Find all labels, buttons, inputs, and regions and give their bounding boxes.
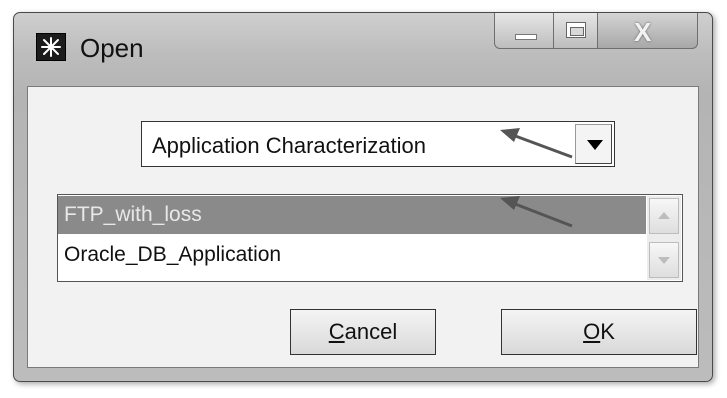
caption-buttons: X — [494, 13, 698, 49]
scroll-up-icon — [658, 212, 670, 219]
ok-button[interactable]: OK — [501, 309, 697, 355]
close-button[interactable]: X — [598, 13, 698, 49]
maximize-icon — [566, 22, 586, 38]
minimize-button[interactable] — [494, 13, 554, 49]
dialog-body: Application Characterization FTP_with_lo… — [27, 86, 699, 368]
cancel-button[interactable]: Cancel — [290, 309, 436, 355]
application-type-dropdown[interactable]: Application Characterization — [141, 121, 615, 167]
star-burst-icon — [36, 33, 66, 61]
cancel-label-rest: ancel — [344, 319, 398, 344]
title-bar[interactable]: Open X — [14, 13, 712, 85]
dropdown-toggle-button[interactable] — [575, 124, 612, 164]
scroll-down-button[interactable] — [649, 242, 679, 278]
list-scrollbar[interactable] — [647, 196, 681, 280]
close-icon: X — [634, 17, 652, 47]
minimize-icon — [515, 34, 537, 40]
scroll-down-icon — [658, 257, 670, 264]
open-dialog: Open X Application Characterization FTP_… — [13, 12, 713, 382]
application-listbox[interactable]: FTP_with_loss Oracle_DB_Application — [57, 194, 683, 282]
scroll-up-button[interactable] — [649, 198, 679, 234]
window-title: Open — [80, 33, 144, 63]
ok-mnemonic: O — [583, 319, 601, 344]
dropdown-selected-value: Application Characterization — [152, 133, 426, 158]
list-item-oracle-db-application[interactable]: Oracle_DB_Application — [58, 236, 646, 274]
dropdown-arrow-icon — [587, 140, 603, 150]
maximize-button[interactable] — [554, 13, 598, 49]
ok-label-rest: K — [600, 319, 615, 344]
list-item-ftp-with-loss[interactable]: FTP_with_loss — [58, 196, 646, 234]
cancel-mnemonic: C — [328, 319, 345, 344]
